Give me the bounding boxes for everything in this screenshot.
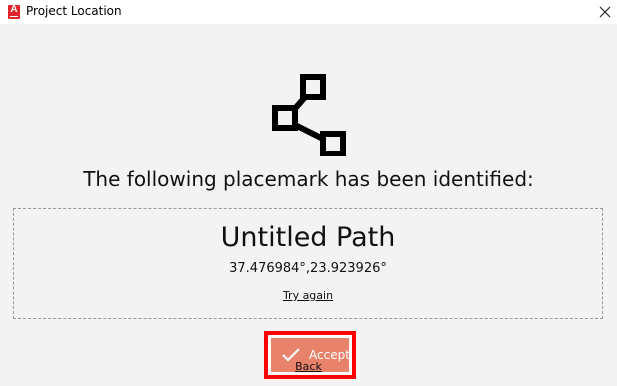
close-icon <box>599 6 611 18</box>
app-icon-letter: A <box>10 4 18 15</box>
path-nodes-icon <box>272 74 346 156</box>
placemark-coordinates: 37.476984°,23.923926° <box>229 261 387 276</box>
placemark-panel: Untitled Path 37.476984°,23.923926° Try … <box>13 208 603 319</box>
close-button[interactable] <box>593 0 617 24</box>
back-link[interactable]: Back <box>295 360 322 373</box>
window-title: Project Location <box>26 4 122 18</box>
title-bar: A Project Location <box>0 0 617 24</box>
dialog-heading: The following placemark has been identif… <box>83 167 534 191</box>
project-location-dialog: A Project Location The following placema… <box>0 0 617 386</box>
dialog-content: The following placemark has been identif… <box>0 24 617 386</box>
back-row: Back <box>0 360 617 373</box>
try-again-link[interactable]: Try again <box>283 289 333 302</box>
autocad-app-icon: A <box>8 4 20 19</box>
try-again-row: Try again <box>14 289 602 302</box>
placemark-name: Untitled Path <box>220 222 396 253</box>
